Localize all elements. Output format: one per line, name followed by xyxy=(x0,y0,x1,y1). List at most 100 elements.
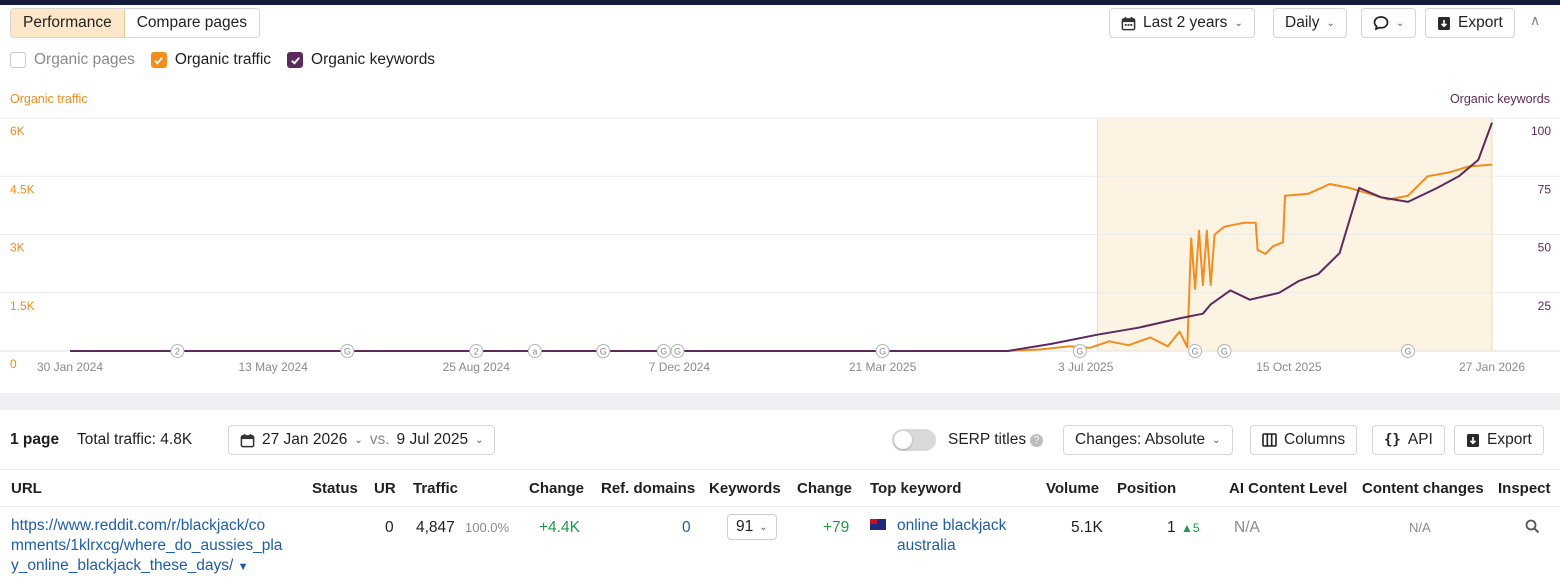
top-strip xyxy=(0,0,1560,5)
toggle-organic-traffic[interactable]: Organic traffic xyxy=(150,51,272,69)
checkmark-icon xyxy=(154,56,164,65)
search-icon[interactable] xyxy=(1525,519,1540,534)
chevron-down-icon: ⌄ xyxy=(1234,17,1243,29)
chart-plot[interactable]: 0 1.5K 3K 4.5K 6K 25 50 75 100 30 Jan 2024 13 May … xyxy=(0,88,1560,383)
toggle-organic-keywords[interactable]: Organic keywords xyxy=(287,51,435,69)
col-volume[interactable]: Volume xyxy=(1046,480,1099,497)
checkbox-checked[interactable] xyxy=(150,52,167,68)
granularity-select[interactable]: Daily ⌄ xyxy=(1273,8,1347,38)
chevron-down-icon: ⌄ xyxy=(1212,434,1221,446)
right-tick-label: 100 xyxy=(1531,124,1551,138)
annotation-label: G xyxy=(674,347,681,357)
chevron-down-icon: ⌄ xyxy=(1326,17,1335,29)
export-icon xyxy=(1438,16,1450,30)
total-traffic: Total traffic: 4.8K xyxy=(77,431,193,448)
row-top-keyword[interactable]: online blackjack australia xyxy=(897,516,1006,556)
organic-traffic-label: Organic traffic xyxy=(174,51,272,68)
col-url[interactable]: URL xyxy=(11,480,42,497)
row-content-changes: N/A xyxy=(1409,520,1431,535)
annotations-button[interactable]: ⌄ xyxy=(1361,8,1417,38)
annotation-label: 2 xyxy=(474,347,479,357)
chevron-down-icon: ⌄ xyxy=(1396,17,1405,29)
checkbox-checked[interactable] xyxy=(287,52,304,68)
section-divider xyxy=(0,393,1560,410)
columns-icon xyxy=(1262,433,1277,447)
row-url-link[interactable]: https://www.reddit.com/r/blackjack/co mm… xyxy=(11,516,282,577)
left-tick-label: 4.5K xyxy=(10,182,35,196)
columns-button[interactable]: Columns xyxy=(1250,425,1358,455)
col-content-changes[interactable]: Content changes xyxy=(1362,480,1484,497)
col-top-keyword[interactable]: Top keyword xyxy=(870,480,961,497)
arrow-up-icon: ▲ xyxy=(1181,521,1193,535)
url-line: y_online_blackjack_these_days/ xyxy=(11,557,234,574)
x-tick-label: 3 Jul 2025 xyxy=(1058,360,1114,374)
x-tick-label: 15 Oct 2025 xyxy=(1256,360,1322,374)
url-dropdown-icon[interactable]: ▼ xyxy=(238,561,249,573)
x-tick-label: 25 Aug 2024 xyxy=(443,360,511,374)
table-summary-bar: 1 page Total traffic: 4.8K 27 Jan 2026 ⌄… xyxy=(10,425,1555,455)
x-tick-label: 27 Jan 2026 xyxy=(1459,360,1525,374)
comment-icon xyxy=(1373,16,1389,31)
calendar-icon xyxy=(240,433,255,447)
annotation-label: 2 xyxy=(175,347,180,357)
col-change[interactable]: Change xyxy=(529,480,584,497)
changes-mode-select[interactable]: Changes: Absolute ⌄ xyxy=(1063,425,1233,455)
page-count: 1 page xyxy=(10,431,60,448)
annotation-label: G xyxy=(1221,347,1228,357)
api-button[interactable]: {} API xyxy=(1372,425,1445,455)
calendar-icon xyxy=(1121,16,1136,30)
row-position: 1 xyxy=(1167,519,1176,536)
checkbox-unchecked[interactable] xyxy=(10,52,26,68)
top-keyword-line: australia xyxy=(897,537,956,554)
col-ai-content-level[interactable]: AI Content Level xyxy=(1229,480,1347,497)
annotation-label: G xyxy=(1192,347,1199,357)
organic-pages-label: Organic pages xyxy=(34,51,135,68)
view-tabs: Performance Compare pages xyxy=(10,8,261,38)
row-ref-domains[interactable]: 0 xyxy=(682,519,691,537)
export-icon xyxy=(1467,433,1479,447)
annotation-label: G xyxy=(344,347,351,357)
position-change: ▲5 xyxy=(1181,521,1200,535)
col-traffic[interactable]: Traffic xyxy=(413,480,458,497)
collapse-icon[interactable]: ∧ xyxy=(1530,12,1540,29)
row-keywords-dropdown[interactable]: 91 ⌄ xyxy=(727,514,777,540)
col-keywords-change[interactable]: Change xyxy=(797,480,852,497)
url-line: https://www.reddit.com/r/blackjack/co xyxy=(11,517,266,534)
organic-keywords-label: Organic keywords xyxy=(311,51,436,68)
col-ur[interactable]: UR xyxy=(374,480,396,497)
tab-performance[interactable]: Performance xyxy=(11,9,125,37)
serp-titles-label: SERP titles? xyxy=(948,431,1044,449)
left-tick-label: 1.5K xyxy=(10,299,35,313)
date-range-button[interactable]: Last 2 years ⌄ xyxy=(1109,8,1255,38)
date-range-label: Last 2 years xyxy=(1143,14,1228,31)
export-label: Export xyxy=(1487,431,1532,448)
right-tick-label: 75 xyxy=(1538,182,1552,196)
date-from: 27 Jan 2026 xyxy=(262,431,348,448)
help-icon[interactable]: ? xyxy=(1030,434,1044,447)
tab-compare-pages[interactable]: Compare pages xyxy=(124,9,260,37)
flag-au-icon xyxy=(870,519,886,530)
toggle-organic-pages[interactable]: Organic pages xyxy=(10,51,135,69)
col-ref-domains[interactable]: Ref. domains xyxy=(601,480,695,497)
serp-titles-toggle[interactable] xyxy=(892,429,936,451)
row-keywords: 91 xyxy=(736,518,754,535)
col-keywords[interactable]: Keywords xyxy=(709,480,781,497)
row-ai-content-level: N/A xyxy=(1234,519,1260,536)
col-position[interactable]: Position xyxy=(1117,480,1176,497)
export-chart-button[interactable]: Export xyxy=(1425,8,1515,38)
export-table-button[interactable]: Export xyxy=(1454,425,1544,455)
annotation-label: G xyxy=(660,347,667,357)
left-tick-label: 6K xyxy=(10,124,25,138)
annotation-label: G xyxy=(1076,347,1083,357)
col-status[interactable]: Status xyxy=(312,480,358,497)
row-position-change: 5 xyxy=(1192,521,1200,535)
col-inspect[interactable]: Inspect xyxy=(1498,480,1551,497)
left-tick-label: 3K xyxy=(10,241,25,255)
x-tick-label: 13 May 2024 xyxy=(238,360,308,374)
compare-dates-button[interactable]: 27 Jan 2026 ⌄ vs. 9 Jul 2025 ⌄ xyxy=(228,425,496,455)
annotation-label: G xyxy=(1405,347,1412,357)
columns-label: Columns xyxy=(1284,431,1346,448)
right-tick-label: 50 xyxy=(1538,241,1552,255)
x-tick-label: 7 Dec 2024 xyxy=(649,360,711,374)
url-line: mments/1klrxcg/where_do_aussies_pla xyxy=(11,537,283,554)
